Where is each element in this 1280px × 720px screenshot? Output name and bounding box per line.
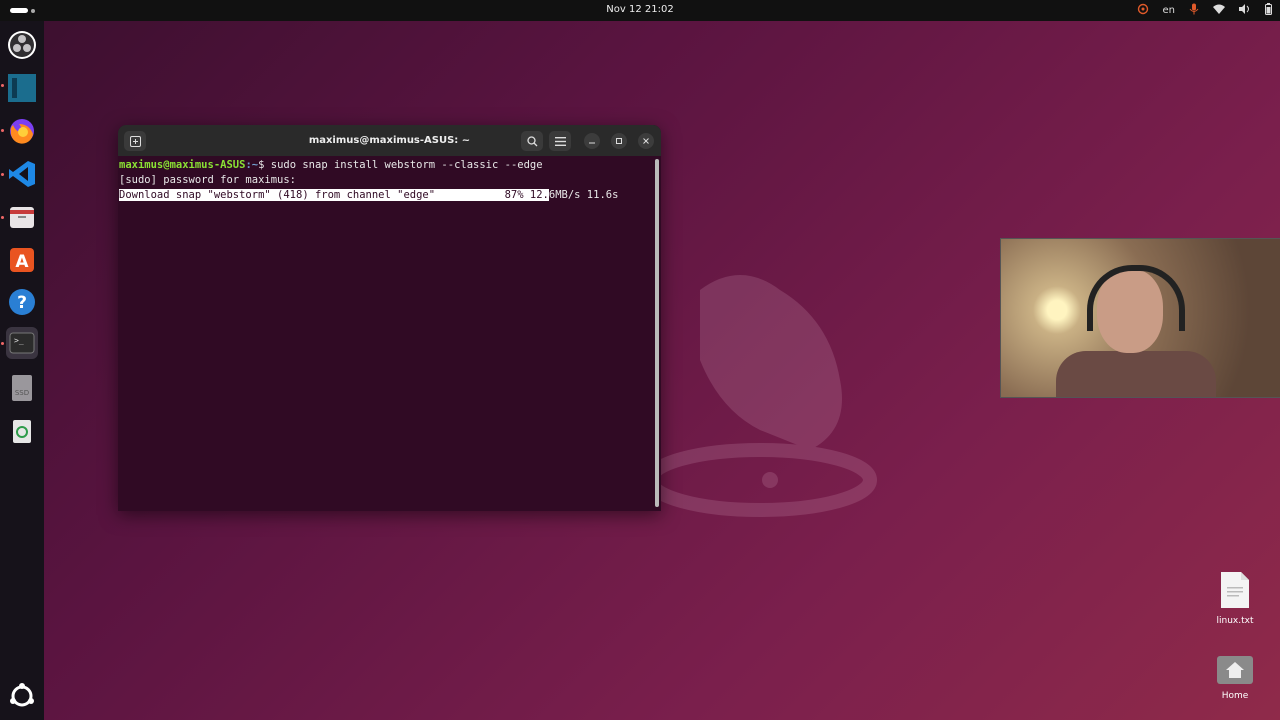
search-button[interactable] [521,131,543,151]
new-tab-button[interactable] [124,131,146,151]
terminal-output[interactable]: maximus@maximus-ASUS:~$ sudo snap instal… [118,156,655,511]
download-speed-eta: 6MB/s 11.6s [548,189,619,201]
dock: A ? >_ SSD [0,21,44,720]
desktop-home-label: Home [1221,691,1249,701]
terminal-title: maximus@maximus-ASUS: ~ [308,135,471,146]
running-indicator [1,173,4,176]
running-indicator [1,84,4,87]
microphone-icon[interactable] [1189,3,1199,18]
prompt-symbol: $ [258,159,271,171]
terminal-header-bar[interactable]: maximus@maximus-ASUS: ~ [118,125,661,156]
hamburger-menu-icon [554,136,566,146]
svg-text:?: ? [17,293,27,313]
minimize-button[interactable] [584,133,600,149]
close-icon [643,138,649,144]
ssd-label: SSD [15,389,29,397]
command-text: sudo snap install webstorm --classic --e… [270,159,543,171]
firefox-icon[interactable] [6,115,38,147]
headset-icon [1087,265,1185,331]
close-button[interactable] [638,133,654,149]
search-icon [526,135,537,146]
desktop-home-folder[interactable]: Home [1205,654,1265,701]
top-bar: Nov 12 21:02 en [0,0,1280,21]
language-indicator[interactable]: en [1163,5,1176,16]
svg-text:A: A [15,252,29,272]
prompt-user: maximus@maximus-ASUS [119,159,246,171]
battery-icon[interactable] [1265,3,1272,18]
desktop-file-label: linux.txt [1216,616,1254,626]
app-center-icon[interactable]: A [6,244,38,276]
new-tab-icon [129,135,141,147]
maximize-icon [616,138,622,144]
download-progress-line: Download snap "webstorm" (418) from chan… [119,188,653,203]
download-percent: 87% 12. [435,189,549,201]
trash-icon[interactable] [6,415,38,447]
webcam-overlay [1000,238,1280,398]
menu-button[interactable] [549,131,571,151]
terminal-scrollbar[interactable] [655,159,659,507]
webcam-person-body [1056,351,1216,397]
ssd-drive-icon[interactable]: SSD [6,372,38,404]
home-folder-icon [1217,656,1253,684]
terminal-icon[interactable]: >_ [6,327,38,359]
volume-icon[interactable] [1239,4,1251,17]
running-indicator [1,216,4,219]
download-progress-bar: Download snap "webstorm" (418) from chan… [119,189,549,201]
screen-share-icon[interactable] [1137,3,1149,18]
obs-studio-icon[interactable] [6,29,38,61]
desktop-file-linux-txt[interactable]: linux.txt [1205,571,1265,626]
sudo-password-prompt: [sudo] password for maximus: [119,174,297,186]
jetbrains-toolbox-icon[interactable] [6,72,38,104]
terminal-window[interactable]: maximus@maximus-ASUS: ~ maximus@maximus-… [118,125,661,511]
maximize-button[interactable] [611,133,627,149]
help-icon[interactable]: ? [6,286,38,318]
vs-code-icon[interactable] [6,158,38,190]
wifi-icon[interactable] [1213,4,1225,17]
files-icon[interactable] [6,201,38,233]
running-indicator [1,129,4,132]
download-description: Download snap "webstorm" (418) from chan… [119,189,436,201]
svg-text:>_: >_ [14,336,24,345]
running-indicator [1,342,4,345]
ubuntu-mascot-watermark [643,275,877,517]
clock[interactable]: Nov 12 21:02 [0,4,1280,15]
prompt-path: :~ [245,159,259,171]
show-apps-icon[interactable] [6,680,38,712]
system-tray[interactable]: en [1137,3,1272,18]
text-file-icon [1221,572,1249,608]
minimize-icon [589,142,595,144]
